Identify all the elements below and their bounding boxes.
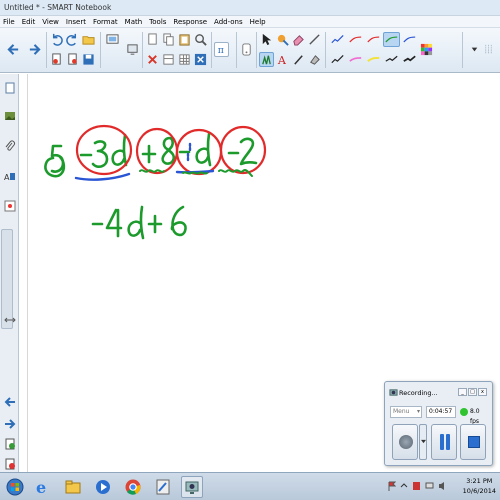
stop-square-icon	[468, 436, 480, 448]
flag-icon[interactable]	[388, 481, 396, 491]
media-player-icon[interactable]	[92, 476, 114, 498]
recorder-status-row: Menu ▾ 0:04:57 8.0 fps	[390, 406, 487, 425]
record-circle-icon	[399, 435, 413, 449]
recording-status-icon	[460, 408, 468, 416]
problem-number-ink	[44, 144, 66, 178]
clock-time: 3:21 PM	[466, 477, 493, 485]
recorder-close-button[interactable]: x	[478, 388, 487, 396]
answer-ink	[91, 205, 187, 240]
recorder-elapsed-time: 0:04:57	[426, 406, 456, 418]
pause-bar-left-icon	[440, 434, 444, 450]
expression-term-3	[178, 132, 212, 167]
smart-board-tray-icon[interactable]	[412, 481, 421, 491]
show-hidden-icon[interactable]	[400, 481, 408, 491]
volume-icon[interactable]	[438, 481, 447, 491]
clock[interactable]: 3:21 PM 10/6/2014	[463, 476, 496, 496]
expression-term-4	[227, 137, 258, 166]
start-button[interactable]	[4, 476, 26, 498]
system-tray-icons	[388, 481, 447, 491]
svg-text:e: e	[36, 478, 46, 496]
pause-button[interactable]	[431, 424, 457, 460]
clock-date: 10/6/2014	[462, 487, 496, 495]
recorder-mode-select[interactable]: Menu ▾	[390, 406, 422, 418]
record-button[interactable]	[392, 424, 418, 460]
stop-button[interactable]	[460, 424, 486, 460]
taskbar: e 3:21 PM 10/6/2014	[0, 472, 500, 500]
expression-term-2	[141, 136, 176, 165]
recorder-restore-button[interactable]: □	[468, 388, 477, 396]
recorder-minimize-button[interactable]: _	[458, 388, 467, 396]
recorder-title: Recording...	[399, 389, 438, 397]
network-icon[interactable]	[425, 481, 434, 491]
pause-bar-right-icon	[446, 434, 450, 450]
chrome-icon[interactable]	[122, 476, 144, 498]
chevron-down-icon	[421, 439, 426, 444]
notebook-app-icon[interactable]	[152, 476, 174, 498]
recorder-header: Recording... _ □ x	[385, 382, 492, 402]
expression-term-1	[79, 133, 128, 169]
record-options-dropdown[interactable]	[419, 424, 427, 460]
file-explorer-icon[interactable]	[62, 476, 84, 498]
recorder-app-icon	[389, 389, 398, 396]
recorder-app-taskbar-icon[interactable]	[181, 476, 203, 498]
recorder-mode-value: Menu	[393, 408, 410, 415]
chevron-down-icon: ▾	[416, 408, 420, 415]
recorder-window: Recording... _ □ x Menu ▾ 0:04:57 8.0 fps	[384, 381, 493, 466]
red-circles	[75, 124, 267, 176]
recorder-controls	[390, 424, 487, 461]
internet-explorer-icon[interactable]: e	[32, 476, 54, 498]
